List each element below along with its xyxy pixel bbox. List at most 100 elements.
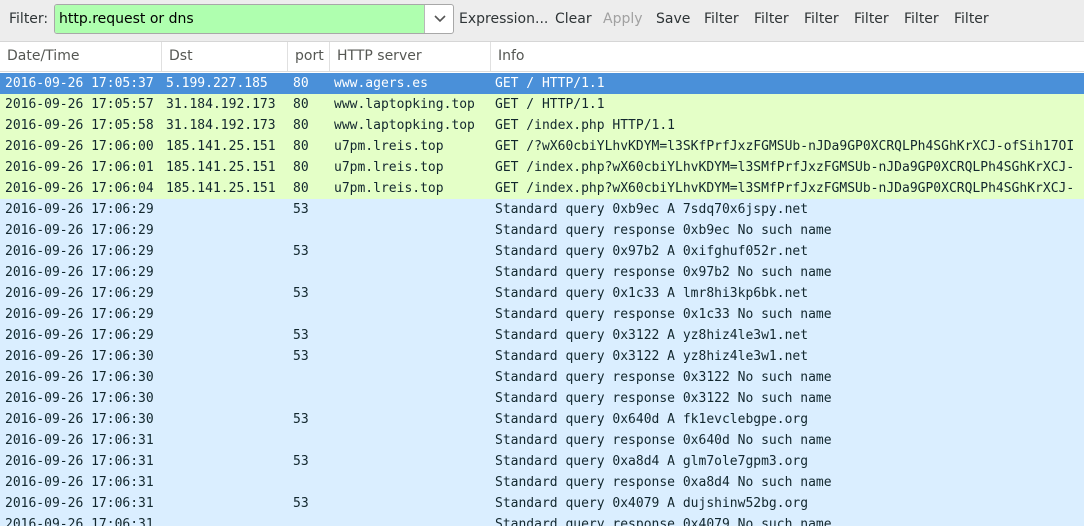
packet-port: 80	[293, 76, 309, 91]
packet-dst: 185.141.25.151	[166, 139, 276, 154]
packet-host	[334, 430, 490, 451]
packet-dst	[166, 304, 286, 325]
packet-port	[293, 367, 327, 388]
packet-host	[334, 409, 490, 430]
packet-row[interactable]: 2016-09-26 17:06:00 185.141.25.151 80 u7pm.…	[0, 136, 1084, 157]
packet-host	[334, 325, 490, 346]
packet-row[interactable]: 2016-09-26 17:06:01 185.141.25.151 80 u7pm.…	[0, 157, 1084, 178]
packet-port: 53	[293, 496, 309, 511]
packet-time: 2016-09-26 17:06:29	[5, 307, 154, 322]
packet-dst	[166, 409, 286, 430]
packet-dst: 5.199.227.185	[166, 76, 268, 91]
packet-row[interactable]: 2016-09-26 17:06:31 Standard query respon…	[0, 514, 1084, 526]
packet-time: 2016-09-26 17:06:29	[5, 286, 154, 301]
filter-label: Filter:	[9, 11, 49, 27]
filter-button-4[interactable]: Filter	[854, 11, 889, 27]
packet-row[interactable]: 2016-09-26 17:06:29 Standard query respon…	[0, 262, 1084, 283]
filter-button-6[interactable]: Filter	[954, 11, 989, 27]
packet-time: 2016-09-26 17:05:57	[5, 97, 154, 112]
packet-port	[293, 472, 327, 493]
packet-row[interactable]: 2016-09-26 17:06:29 53 Standard query 0xb9…	[0, 199, 1084, 220]
packet-host: u7pm.lreis.top	[334, 181, 444, 196]
packet-dst	[166, 262, 286, 283]
packet-row[interactable]: 2016-09-26 17:05:57 31.184.192.173 80 www.l…	[0, 94, 1084, 115]
packet-host	[334, 451, 490, 472]
packet-row[interactable]: 2016-09-26 17:05:58 31.184.192.173 80 www.l…	[0, 115, 1084, 136]
packet-row[interactable]: 2016-09-26 17:06:29 Standard query respon…	[0, 304, 1084, 325]
packet-time: 2016-09-26 17:06:30	[5, 391, 154, 406]
packet-dst: 185.141.25.151	[166, 160, 276, 175]
packet-row[interactable]: 2016-09-26 17:06:29 53 Standard query 0x31…	[0, 325, 1084, 346]
packet-host	[334, 262, 490, 283]
packet-row[interactable]: 2016-09-26 17:06:29 53 Standard query 0x1c…	[0, 283, 1084, 304]
packet-row[interactable]: 2016-09-26 17:06:31 Standard query respon…	[0, 472, 1084, 493]
save-button[interactable]: Save	[656, 11, 690, 27]
packet-info: GET /index.php HTTP/1.1	[495, 118, 676, 133]
packet-dst	[166, 199, 286, 220]
filter-button-2[interactable]: Filter	[754, 11, 789, 27]
packet-host: www.agers.es	[334, 76, 428, 91]
filter-button-3[interactable]: Filter	[804, 11, 839, 27]
packet-info: GET /index.php?wX60cbiYLhvKDYM=l3SMfPrfJ…	[495, 160, 1075, 175]
column-header-port[interactable]: port	[288, 42, 330, 71]
packet-row[interactable]: 2016-09-26 17:06:30 53 Standard query 0x31…	[0, 346, 1084, 367]
packet-list-header: Date/Time Dst port HTTP server Info	[0, 42, 1084, 72]
packet-info: Standard query response 0xa8d4 No such n…	[495, 475, 832, 490]
packet-row[interactable]: 2016-09-26 17:06:04 185.141.25.151 80 u7pm.…	[0, 178, 1084, 199]
packet-info: Standard query response 0x97b2 No such n…	[495, 265, 832, 280]
packet-row[interactable]: 2016-09-26 17:06:29 53 Standard query 0x97…	[0, 241, 1084, 262]
packet-row[interactable]: 2016-09-26 17:06:30 Standard query respon…	[0, 388, 1084, 409]
packet-row[interactable]: 2016-09-26 17:06:31 53 Standard query 0x40…	[0, 493, 1084, 514]
packet-info: GET / HTTP/1.1	[495, 97, 605, 112]
display-filter-input[interactable]	[55, 5, 425, 33]
column-header-info[interactable]: Info	[491, 42, 1084, 71]
packet-info: GET /?wX60cbiYLhvKDYM=l3SKfPrfJxzFGMSUb-…	[495, 139, 1075, 154]
chevron-down-icon[interactable]	[426, 5, 453, 33]
packet-port	[293, 262, 327, 283]
column-header-datetime[interactable]: Date/Time	[0, 42, 162, 71]
packet-time: 2016-09-26 17:06:30	[5, 412, 154, 427]
packet-info: Standard query response 0x3122 No such n…	[495, 370, 832, 385]
packet-row[interactable]: 2016-09-26 17:06:31 53 Standard query 0xa8…	[0, 451, 1084, 472]
packet-time: 2016-09-26 17:05:58	[5, 118, 154, 133]
packet-dst	[166, 367, 286, 388]
column-header-dst[interactable]: Dst	[162, 42, 288, 71]
packet-port	[293, 304, 327, 325]
filter-button-1[interactable]: Filter	[704, 11, 739, 27]
packet-port: 53	[293, 286, 309, 301]
packet-dst	[166, 514, 286, 526]
packet-row[interactable]: 2016-09-26 17:05:37 5.199.227.185 80 www.ag…	[0, 73, 1084, 94]
filter-toolbar: Filter: Expression... Clear Apply Save F…	[0, 0, 1084, 42]
packet-host	[334, 514, 490, 526]
packet-info: Standard query response 0x1c33 No such n…	[495, 307, 832, 322]
packet-dst: 31.184.192.173	[166, 118, 276, 133]
filter-combobox[interactable]	[54, 4, 454, 34]
packet-info: Standard query response 0xb9ec No such n…	[495, 223, 832, 238]
packet-port: 53	[293, 244, 309, 259]
packet-row[interactable]: 2016-09-26 17:06:30 Standard query respon…	[0, 367, 1084, 388]
packet-host	[334, 388, 490, 409]
packet-time: 2016-09-26 17:05:37	[5, 76, 154, 91]
packet-port: 53	[293, 328, 309, 343]
column-header-http-server[interactable]: HTTP server	[330, 42, 491, 71]
packet-row[interactable]: 2016-09-26 17:06:31 Standard query respon…	[0, 430, 1084, 451]
packet-time: 2016-09-26 17:06:30	[5, 349, 154, 364]
packet-host	[334, 367, 490, 388]
packet-dst	[166, 283, 286, 304]
packet-info: Standard query 0xa8d4 A glm7ole7gpm3.org	[495, 454, 809, 469]
packet-time: 2016-09-26 17:06:31	[5, 517, 154, 526]
packet-row[interactable]: 2016-09-26 17:06:30 53 Standard query 0x64…	[0, 409, 1084, 430]
filter-button-5[interactable]: Filter	[904, 11, 939, 27]
expression-button[interactable]: Expression...	[459, 11, 548, 27]
packet-time: 2016-09-26 17:06:01	[5, 160, 154, 175]
clear-button[interactable]: Clear	[555, 11, 592, 27]
packet-host	[334, 304, 490, 325]
packet-row[interactable]: 2016-09-26 17:06:29 Standard query respon…	[0, 220, 1084, 241]
packet-host	[334, 199, 490, 220]
packet-time: 2016-09-26 17:06:29	[5, 244, 154, 259]
packet-dst	[166, 472, 286, 493]
packet-info: Standard query 0xb9ec A 7sdq70x6jspy.net	[495, 202, 809, 217]
packet-dst	[166, 451, 286, 472]
apply-button[interactable]: Apply	[603, 11, 643, 27]
packet-info: GET / HTTP/1.1	[495, 76, 605, 91]
